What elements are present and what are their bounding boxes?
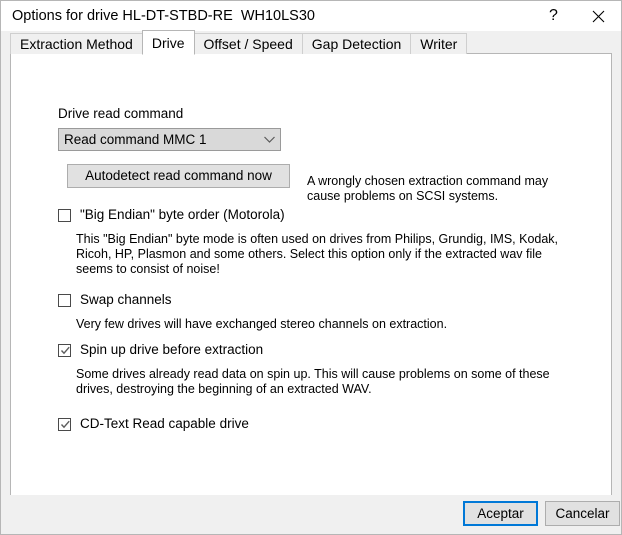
tab-strip: Extraction Method Drive Offset / Speed G… xyxy=(10,30,612,55)
options-dialog: Options for drive HL-DT-STBD-RE WH10LS30… xyxy=(0,0,622,535)
swap-channels-description: Very few drives will have exchanged ster… xyxy=(76,317,448,331)
title-bar: Options for drive HL-DT-STBD-RE WH10LS30… xyxy=(1,1,621,31)
tab-label: Gap Detection xyxy=(311,36,402,52)
big-endian-description: This "Big Endian" byte mode is often use… xyxy=(76,232,559,276)
close-icon[interactable] xyxy=(576,1,621,31)
window-title: Options for drive HL-DT-STBD-RE WH10LS30 xyxy=(12,8,315,24)
dialog-footer: Aceptar Cancelar xyxy=(1,495,621,534)
tab-label: Writer xyxy=(420,36,458,52)
tab-label: Offset / Speed xyxy=(203,36,293,52)
big-endian-checkbox-row[interactable]: "Big Endian" byte order (Motorola) xyxy=(58,207,285,223)
drive-settings: Drive read command Read command MMC 1 A … xyxy=(11,54,611,495)
spin-up-checkbox-row[interactable]: Spin up drive before extraction xyxy=(58,342,263,358)
tab-writer[interactable]: Writer xyxy=(410,33,468,54)
chevron-down-icon xyxy=(258,135,280,144)
checkbox-checked-icon[interactable] xyxy=(58,418,71,431)
checkbox-unchecked-icon[interactable] xyxy=(58,294,71,307)
tab-label: Drive xyxy=(151,35,185,51)
spin-up-label: Spin up drive before extraction xyxy=(80,342,264,357)
accept-button[interactable]: Aceptar xyxy=(463,501,538,526)
big-endian-label: "Big Endian" byte order (Motorola) xyxy=(80,207,285,222)
help-icon[interactable]: ? xyxy=(531,1,576,31)
checkbox-unchecked-icon[interactable] xyxy=(58,209,71,222)
checkbox-checked-icon[interactable] xyxy=(58,344,71,357)
drive-read-command-label: Drive read command xyxy=(58,106,184,121)
title-bar-buttons: ? xyxy=(531,1,621,31)
drive-read-command-hint: A wrongly chosen extraction command may … xyxy=(307,174,549,203)
cancel-button[interactable]: Cancelar xyxy=(545,501,620,526)
drive-read-command-value: Read command MMC 1 xyxy=(64,132,207,147)
tab-extraction-method[interactable]: Extraction Method xyxy=(10,33,143,54)
tab-gap-detection[interactable]: Gap Detection xyxy=(301,33,412,54)
drive-read-command-select[interactable]: Read command MMC 1 xyxy=(58,128,281,151)
tab-label: Extraction Method xyxy=(20,36,133,52)
autodetect-read-command-button[interactable]: Autodetect read command now xyxy=(67,164,290,188)
tab-offset-speed[interactable]: Offset / Speed xyxy=(193,33,303,54)
swap-channels-checkbox-row[interactable]: Swap channels xyxy=(58,292,172,308)
swap-channels-label: Swap channels xyxy=(80,292,172,307)
tab-drive[interactable]: Drive xyxy=(141,30,195,55)
tab-content-panel: Drive read command Read command MMC 1 A … xyxy=(10,53,612,496)
cd-text-checkbox-row[interactable]: CD-Text Read capable drive xyxy=(58,416,249,432)
cd-text-label: CD-Text Read capable drive xyxy=(80,416,249,431)
spin-up-description: Some drives already read data on spin up… xyxy=(76,367,550,396)
